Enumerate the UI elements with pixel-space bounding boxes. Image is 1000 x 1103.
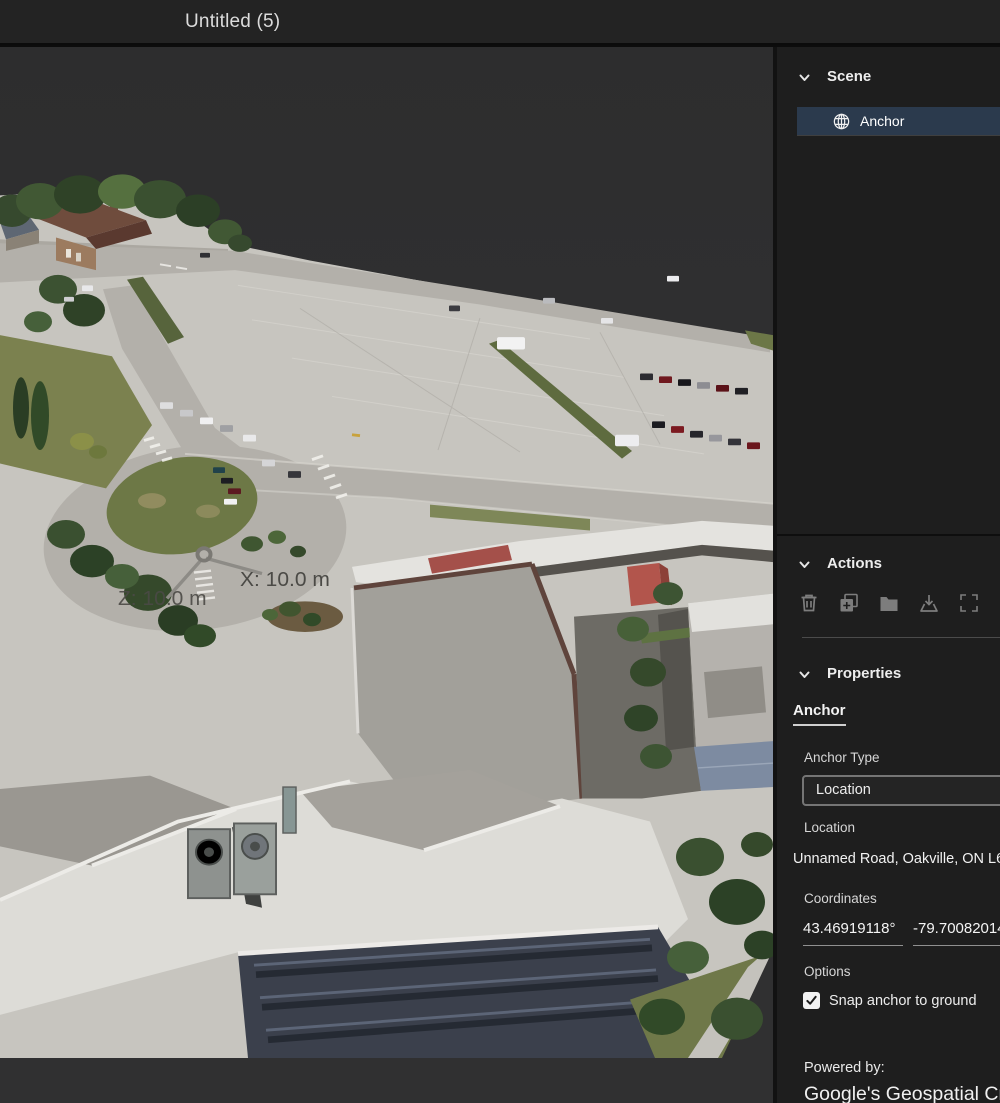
import-icon: [918, 592, 940, 614]
app-window: Untitled (5): [0, 0, 1000, 1103]
folder-icon: [878, 592, 900, 614]
titlebar: Untitled (5): [0, 0, 1000, 45]
aerial-scene: X: 10.0 m Z: 10.0 m: [0, 47, 773, 1103]
snap-anchor-option: Snap anchor to ground: [803, 992, 977, 1009]
anchor-type-select[interactable]: Location: [802, 775, 1000, 806]
coordinates-label: Coordinates: [804, 891, 877, 906]
gizmo-z-label: Z: 10.0 m: [118, 588, 207, 610]
longitude-field[interactable]: -79.70082014°: [913, 916, 1000, 946]
actions-toolbar: [797, 591, 981, 615]
checkmark-icon: [806, 995, 817, 1006]
scene-item-anchor[interactable]: Anchor: [797, 107, 1000, 136]
gizmo-x-label: X: 10.0 m: [240, 568, 330, 590]
frame-button[interactable]: [957, 591, 981, 615]
globe-icon: [832, 112, 851, 131]
trash-icon: [798, 592, 820, 614]
document-title[interactable]: Untitled (5): [185, 0, 280, 44]
anchor-type-label: Anchor Type: [804, 750, 880, 765]
chevron-down-icon: [798, 668, 811, 681]
toolbar-divider: [802, 637, 1000, 638]
chevron-down-icon: [798, 71, 811, 84]
viewport-3d[interactable]: X: 10.0 m Z: 10.0 m: [0, 47, 773, 1103]
frame-icon: [958, 592, 980, 614]
delete-button[interactable]: [797, 591, 821, 615]
chevron-down-icon: [798, 558, 811, 571]
properties-section-title: Properties: [827, 665, 901, 682]
duplicate-button[interactable]: [837, 591, 861, 615]
snap-anchor-checkbox[interactable]: [803, 992, 820, 1009]
group-button[interactable]: [877, 591, 901, 615]
scene-section-title: Scene: [827, 68, 871, 85]
latitude-field[interactable]: 43.46919118°: [803, 916, 903, 946]
scene-item-anchor-label: Anchor: [860, 113, 904, 129]
snap-anchor-label: Snap anchor to ground: [829, 993, 977, 1009]
properties-section-header[interactable]: Properties: [798, 665, 901, 682]
scene-section-header[interactable]: Scene: [798, 68, 871, 85]
powered-by-label: Powered by:: [804, 1060, 885, 1076]
right-panel: Scene Anchor Actions: [777, 47, 1000, 1103]
properties-tab-anchor[interactable]: Anchor: [793, 702, 846, 726]
import-button[interactable]: [917, 591, 941, 615]
options-label: Options: [804, 964, 851, 979]
location-label: Location: [804, 820, 855, 835]
actions-section-header[interactable]: Actions: [798, 555, 882, 572]
duplicate-icon: [838, 592, 860, 614]
location-value[interactable]: Unnamed Road, Oakville, ON L6H: [793, 851, 1000, 867]
powered-by-brand: Google's Geospatial Creator: [804, 1083, 1000, 1103]
section-divider: [777, 534, 1000, 536]
actions-section-title: Actions: [827, 555, 882, 572]
